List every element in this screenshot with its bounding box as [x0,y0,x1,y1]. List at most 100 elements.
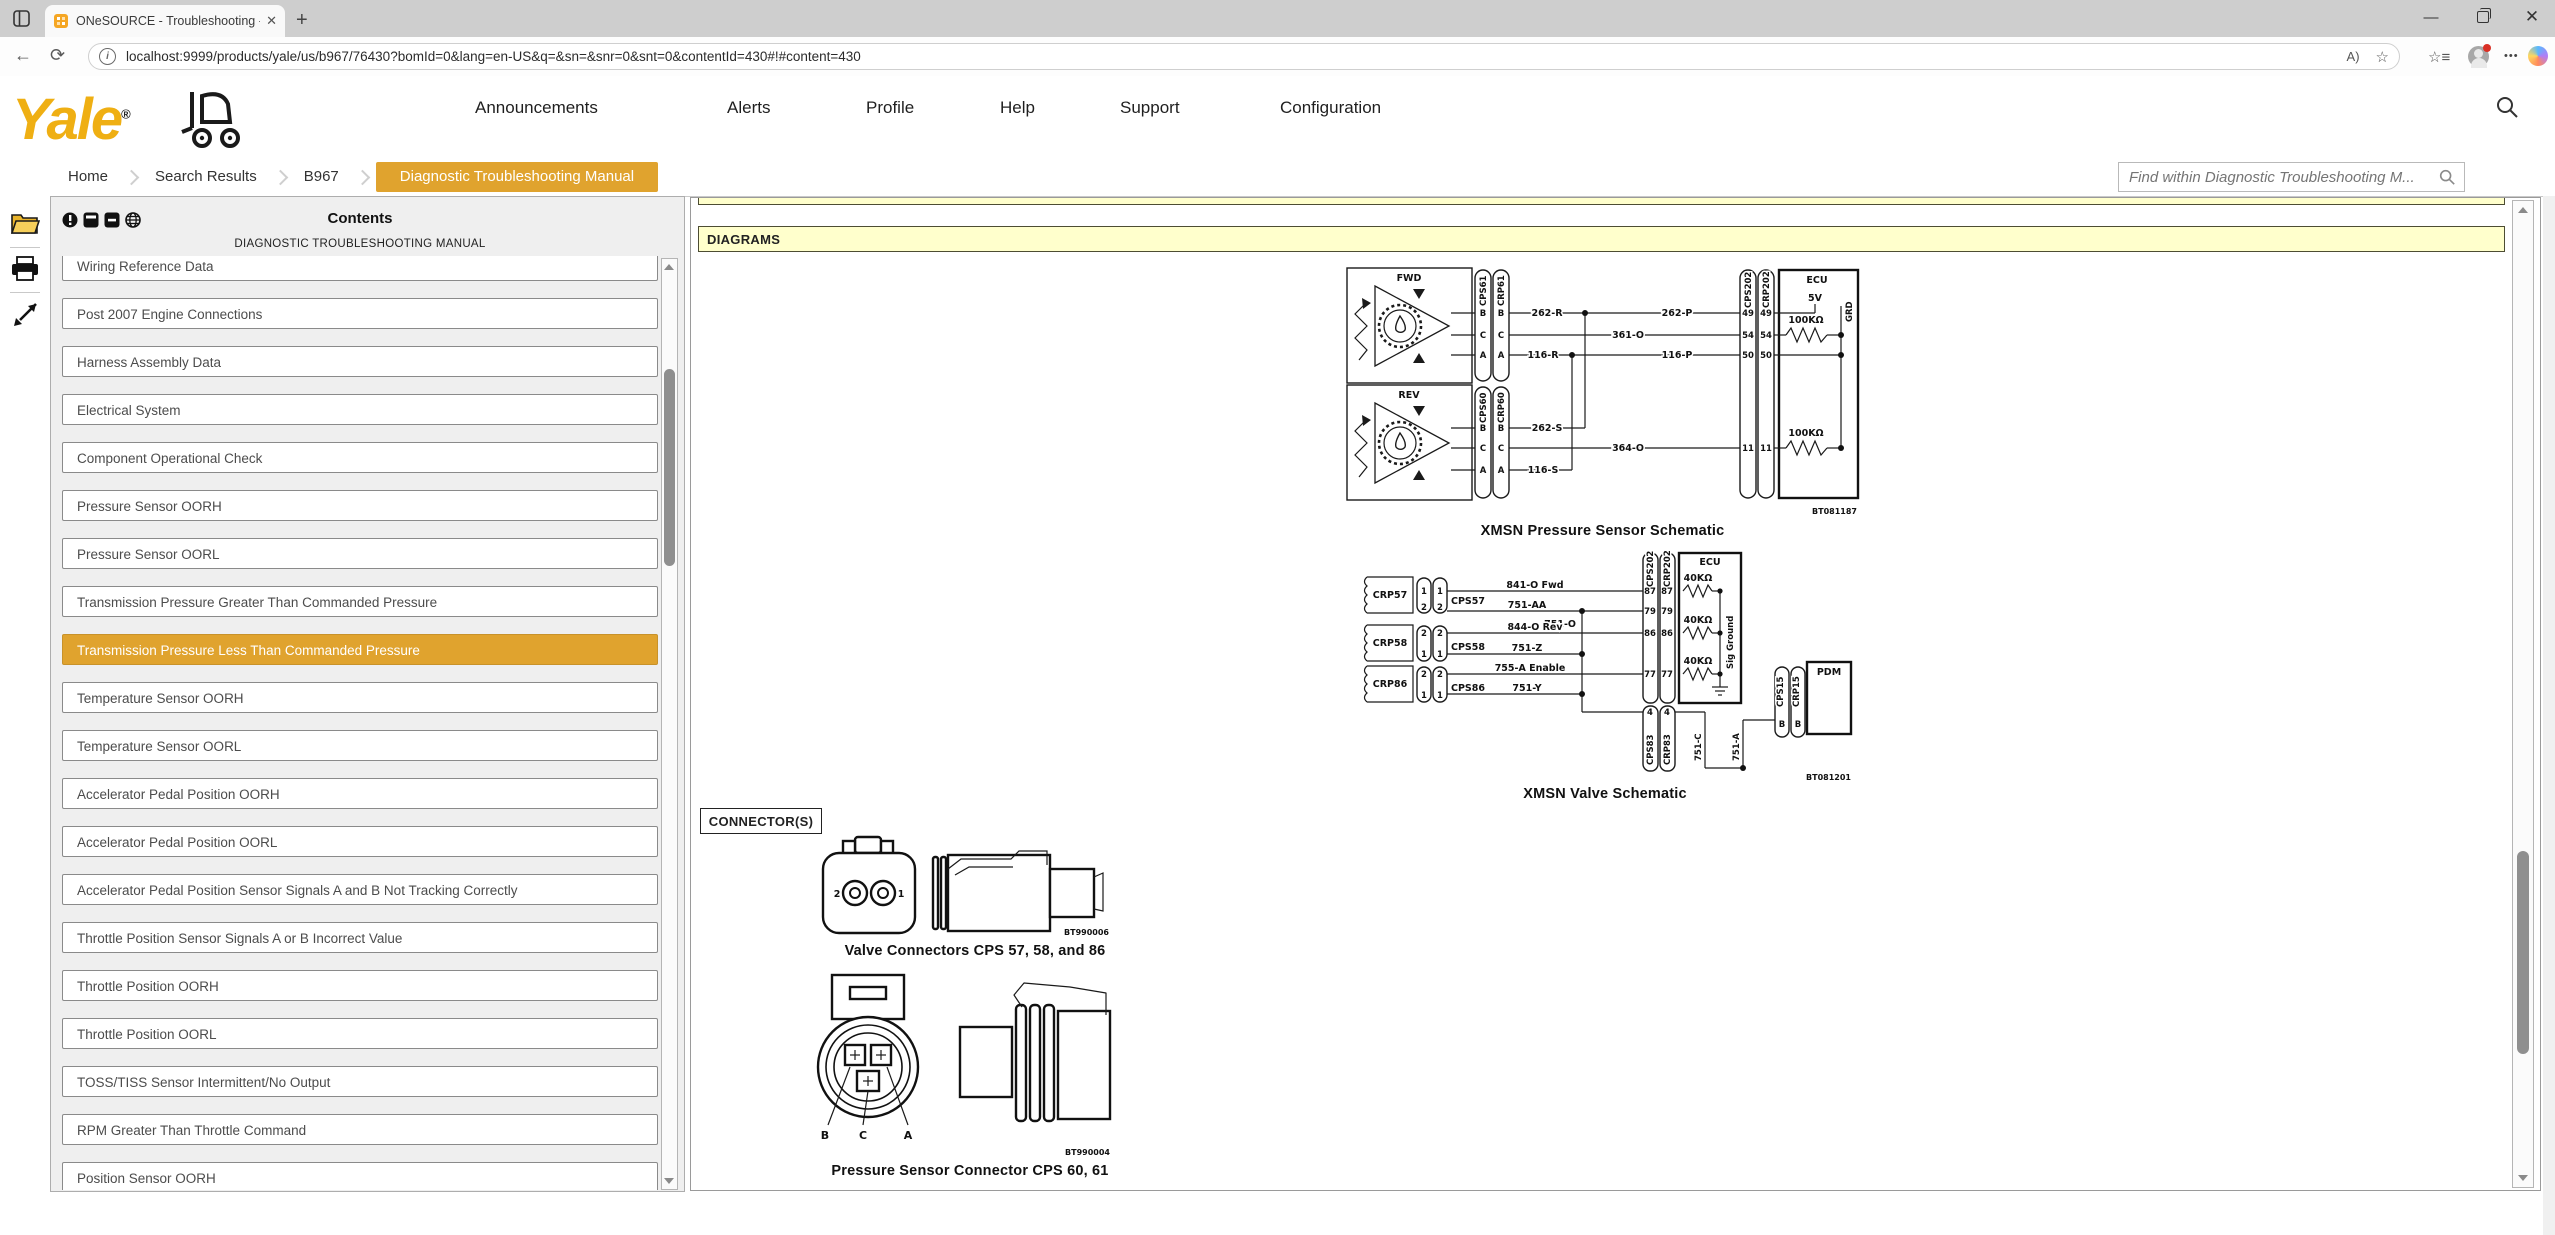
contents-list-item[interactable]: Throttle Position OORH [62,970,658,1001]
favorites-bar-icon[interactable]: ☆≡ [2428,48,2450,66]
svg-text:2: 2 [834,889,841,900]
breadcrumb-b967[interactable]: B967 [294,162,349,192]
content-scrollbar[interactable] [2512,200,2534,1188]
contents-list-item[interactable]: Post 2007 Engine Connections [62,298,658,329]
contents-list-item[interactable]: Pressure Sensor OORL [62,538,658,569]
svg-text:5V: 5V [1808,293,1823,304]
svg-text:2: 2 [1421,629,1427,639]
nav-support[interactable]: Support [1120,98,1180,118]
nav-profile[interactable]: Profile [866,98,914,118]
contents-list-item[interactable]: Position Sensor OORH [62,1162,658,1190]
scroll-down-icon[interactable] [2518,1175,2528,1181]
restore-button[interactable] [2460,0,2506,34]
svg-text:755-A Enable: 755-A Enable [1495,663,1566,674]
contents-list-item[interactable]: Accelerator Pedal Position Sensor Signal… [62,874,658,905]
svg-text:2: 2 [1437,629,1443,639]
contents-list-item[interactable]: Temperature Sensor OORH [62,682,658,713]
contents-list-item[interactable]: Throttle Position OORL [62,1018,658,1049]
find-within-box[interactable] [2118,162,2465,192]
copilot-icon[interactable] [2528,46,2548,66]
svg-text:1: 1 [898,889,905,900]
contents-list-item[interactable]: Component Operational Check [62,442,658,473]
settings-more-icon[interactable]: ••• [2504,50,2519,62]
print-icon[interactable] [10,256,40,282]
refresh-icon[interactable]: ⟳ [50,45,65,66]
valve-connector-figure: 2 1 BT990006 [815,833,1115,938]
contents-list-item[interactable]: Accelerator Pedal Position OORH [62,778,658,809]
url-text[interactable]: localhost:9999/products/yale/us/b967/764… [126,49,2331,64]
svg-text:CRP202: CRP202 [1762,271,1772,308]
open-folder-icon[interactable] [10,210,40,236]
site-header [0,76,2555,160]
nav-announcements[interactable]: Announcements [475,98,598,118]
svg-text:CPS60: CPS60 [1479,392,1489,423]
address-bar[interactable]: i localhost:9999/products/yale/us/b967/7… [88,43,2400,70]
site-info-icon[interactable]: i [99,48,116,65]
content-scrollbar-thumb[interactable] [2517,851,2529,1054]
figure-ref: BT990006 [1064,928,1109,937]
svg-text:A: A [1480,466,1487,476]
contents-list-item[interactable]: RPM Greater Than Throttle Command [62,1114,658,1145]
connectors-section-tag: CONNECTOR(S) [700,808,822,834]
site-search-icon[interactable] [2495,95,2519,119]
expand-resize-icon[interactable] [10,300,40,330]
svg-text:11: 11 [1742,444,1754,454]
collapse-all-icon[interactable] [104,212,120,228]
svg-text:2: 2 [1421,603,1427,613]
browser-tab[interactable]: ONeSOURCE - Troubleshooting - ✕ [45,5,285,37]
svg-text:116-P: 116-P [1662,350,1693,361]
find-within-input[interactable] [2127,168,2438,187]
svg-text:B: B [1480,309,1486,319]
svg-text:ECU: ECU [1806,275,1827,286]
contents-list-item[interactable]: Accelerator Pedal Position OORL [62,826,658,857]
breadcrumb-dtm-active[interactable]: Diagnostic Troubleshooting Manual [376,162,658,192]
minimize-button[interactable]: — [2408,0,2454,34]
info-icon[interactable] [62,212,78,228]
nav-configuration[interactable]: Configuration [1280,98,1381,118]
globe-icon[interactable] [125,212,141,228]
contents-list-item[interactable]: TOSS/TISS Sensor Intermittent/No Output [62,1066,658,1097]
scroll-up-icon[interactable] [664,264,674,270]
close-window-button[interactable]: ✕ [2509,0,2555,34]
nav-alerts[interactable]: Alerts [727,98,770,118]
contents-list-item[interactable]: Wiring Reference Data [62,256,658,281]
new-tab-button[interactable]: + [296,10,308,30]
window-scrollbar[interactable] [2543,196,2555,1235]
svg-text:1: 1 [1421,650,1427,660]
svg-text:49: 49 [1742,309,1754,319]
svg-text:CPS83: CPS83 [1646,734,1656,765]
favorite-star-icon[interactable]: ☆ [2376,48,2389,66]
svg-text:361-O: 361-O [1612,330,1644,341]
breadcrumb-search-results[interactable]: Search Results [145,162,267,192]
contents-list-item[interactable]: Electrical System [62,394,658,425]
contents-list-item[interactable]: Pressure Sensor OORH [62,490,658,521]
tab-actions-icon[interactable] [13,10,30,27]
svg-text:2: 2 [1437,603,1443,613]
contents-scrollbar-thumb[interactable] [664,369,675,566]
svg-text:116-S: 116-S [1528,465,1559,476]
contents-scrollbar[interactable] [661,258,678,1190]
svg-text:A: A [1498,466,1505,476]
read-aloud-icon[interactable]: A) [2347,49,2360,64]
back-icon[interactable]: ← [14,45,32,66]
scroll-down-icon[interactable] [664,1178,674,1184]
scroll-up-icon[interactable] [2518,207,2528,213]
tab-close-icon[interactable]: ✕ [266,13,277,29]
svg-text:4: 4 [1647,708,1653,718]
contents-list-item[interactable]: Temperature Sensor OORL [62,730,658,761]
breadcrumb-home[interactable]: Home [58,162,118,192]
find-search-icon[interactable] [2438,168,2456,186]
svg-text:751-Z: 751-Z [1512,643,1543,654]
svg-text:79: 79 [1644,607,1656,617]
yale-logo[interactable]: Yale® [12,86,129,149]
forklift-icon [178,88,248,150]
nav-help[interactable]: Help [1000,98,1035,118]
expand-all-icon[interactable] [83,212,99,228]
contents-list-item[interactable]: Transmission Pressure Less Than Commande… [62,634,658,665]
contents-list-item[interactable]: Throttle Position Sensor Signals A or B … [62,922,658,953]
svg-text:1: 1 [1421,691,1427,701]
contents-list-item[interactable]: Transmission Pressure Greater Than Comma… [62,586,658,617]
svg-text:11: 11 [1760,444,1772,454]
contents-list-item[interactable]: Harness Assembly Data [62,346,658,377]
profile-avatar[interactable] [2468,46,2489,67]
